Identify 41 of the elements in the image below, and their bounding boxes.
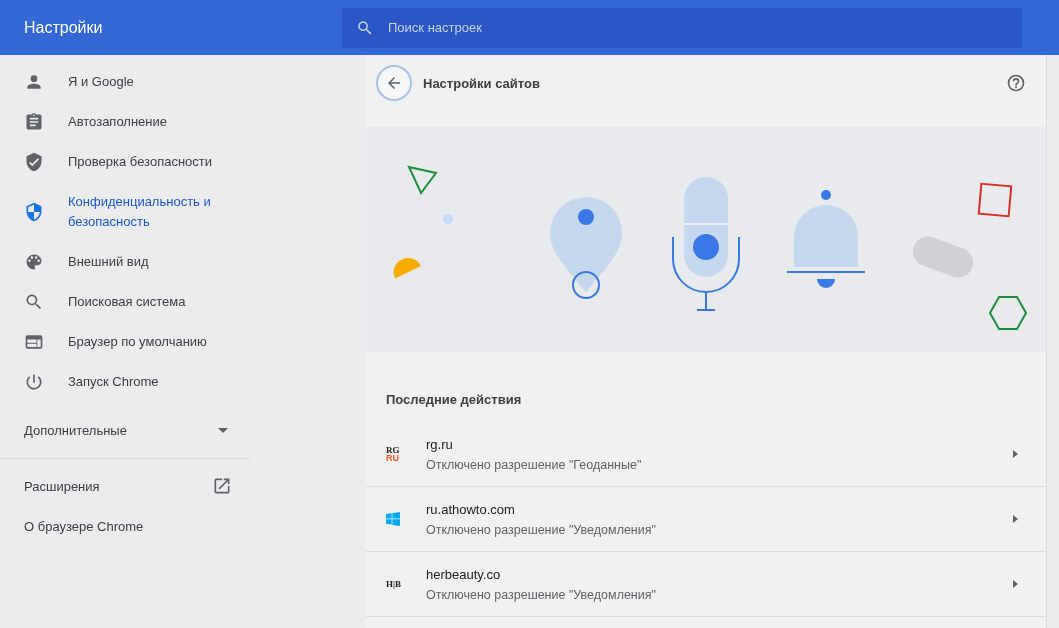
permission-status: Отключено разрешение "Геоданные" — [426, 457, 643, 472]
permission-status: Отключено разрешение "Уведомления" — [426, 522, 657, 537]
clipboard-icon — [24, 112, 44, 132]
windows-logo-icon — [386, 512, 400, 526]
shield-icon — [24, 202, 44, 222]
sidebar-item[interactable]: Проверка безопасности — [0, 142, 250, 182]
arrow-icon — [1013, 580, 1018, 588]
search-field[interactable]: Поиск настроек — [342, 7, 1022, 48]
window-icon — [24, 332, 44, 352]
advanced-toggle[interactable]: Дополнительные — [0, 410, 250, 450]
palette-icon — [24, 252, 44, 272]
site-name: rg.ru — [426, 436, 454, 452]
search-icon — [24, 292, 44, 312]
arrow-icon — [1013, 450, 1018, 458]
section-title: Последние действия — [385, 391, 523, 409]
permission-status: Отключено разрешение "Уведомления" — [426, 587, 657, 602]
sidebar-item[interactable]: Автозаполнение — [0, 102, 250, 142]
back-button[interactable] — [376, 65, 412, 101]
sidebar-item[interactable]: Браузер по умолчанию — [0, 322, 250, 362]
site-row[interactable]: RG RU rg.ru Отключено разрешение "Геоданные" — [366, 422, 1046, 487]
power-icon — [24, 372, 44, 392]
sidebar-item[interactable]: Конфиденциальность и безопасность — [0, 182, 250, 242]
shield-check-icon — [24, 152, 44, 172]
sidebar-item[interactable]: Внешний вид — [0, 242, 250, 282]
sidebar-item[interactable]: Я и Google — [0, 62, 250, 102]
person-icon — [24, 72, 44, 92]
site-row[interactable]: H|B herbeauty.co Отключено разрешение "Уведомления" — [366, 552, 1046, 617]
page-title: Настройки сайтов — [423, 75, 541, 91]
sidebar-link[interactable]: О браузере Chrome — [24, 518, 144, 534]
help-icon[interactable] — [1006, 73, 1026, 93]
sidebar-link[interactable]: Расширения — [24, 478, 100, 494]
site-favicon: RG RU — [386, 446, 401, 462]
site-favicon: H|B — [386, 580, 402, 588]
external-link-icon[interactable] — [212, 476, 232, 496]
sidebar-item[interactable]: Запуск Chrome — [0, 362, 250, 402]
sidebar-item[interactable]: Поисковая система — [0, 282, 250, 322]
site-name: herbeauty.co — [426, 566, 502, 582]
site-row[interactable]: ru.athowto.com Отключено разрешение "Уведомления" — [366, 487, 1046, 552]
arrow-icon — [1013, 515, 1018, 523]
site-name: ru.athowto.com — [426, 501, 516, 517]
app-title: Настройки — [23, 18, 104, 37]
